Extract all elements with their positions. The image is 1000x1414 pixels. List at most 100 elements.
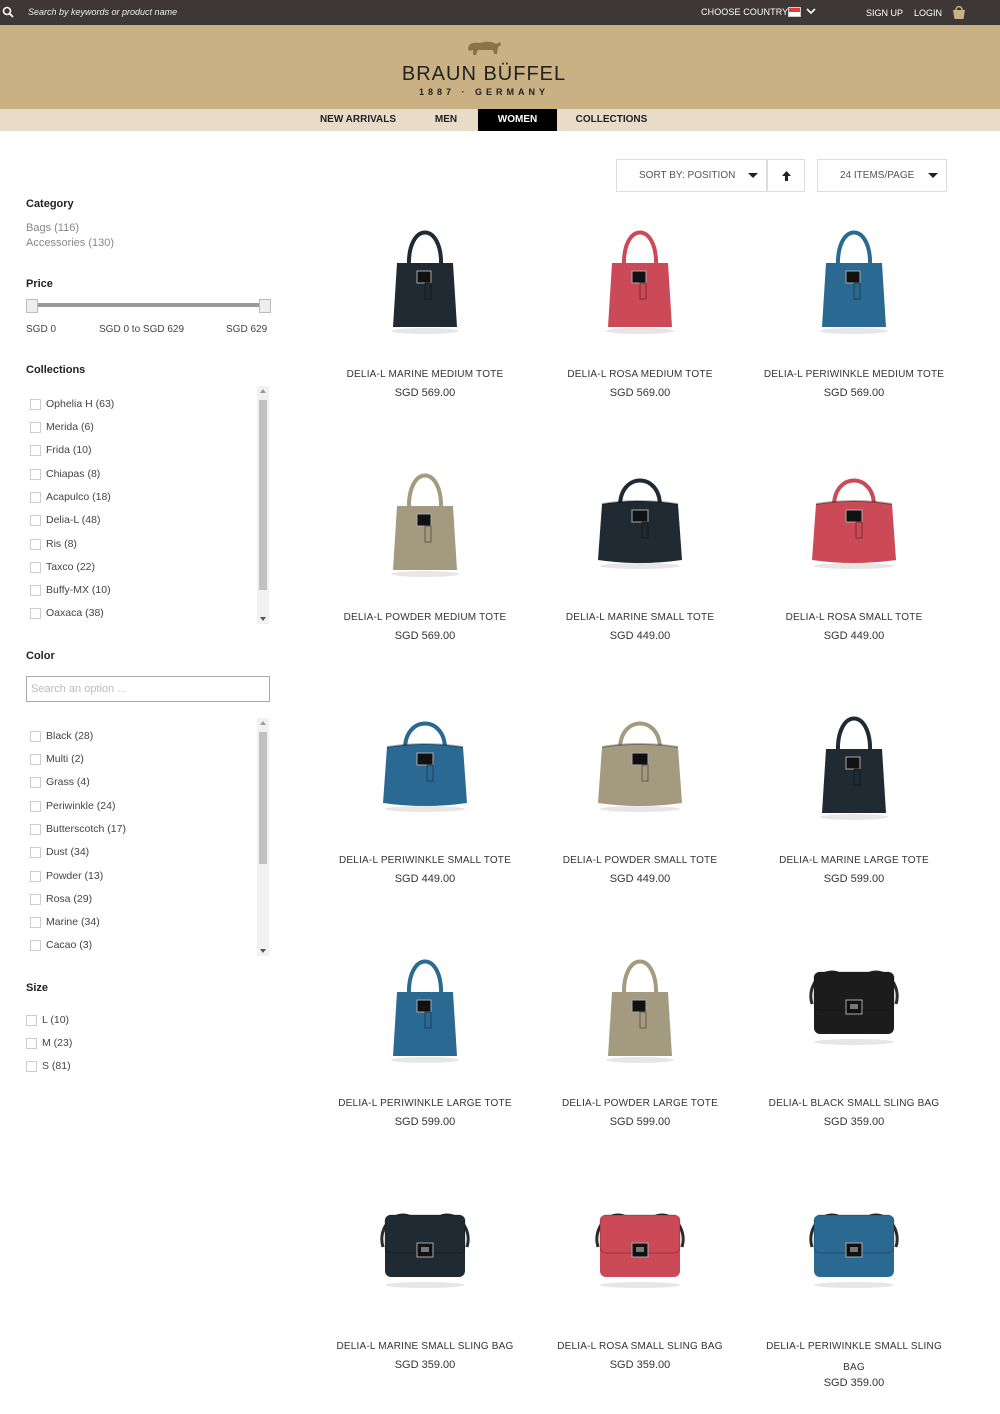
sort-direction-button[interactable] <box>767 159 805 192</box>
scroll-down-icon[interactable] <box>260 949 266 953</box>
product-name[interactable]: DELIA-L MARINE SMALL TOTE <box>540 607 740 628</box>
checkbox[interactable] <box>30 777 41 788</box>
product-price: SGD 449.00 <box>823 630 885 642</box>
product-image[interactable] <box>580 1187 700 1307</box>
nav-women[interactable]: WOMEN <box>478 109 557 131</box>
product-price: SGD 449.00 <box>394 873 456 885</box>
top-bar: CHOOSE COUNTRY: SIGN UP LOGIN <box>0 0 1000 25</box>
product-image[interactable] <box>365 458 485 578</box>
checkbox[interactable] <box>26 1038 37 1049</box>
checkbox[interactable] <box>26 1015 37 1026</box>
product-name[interactable]: DELIA-L POWDER LARGE TOTE <box>540 1093 740 1114</box>
nav-new-arrivals[interactable]: NEW ARRIVALS <box>314 109 402 131</box>
price-slider-track[interactable] <box>31 303 267 307</box>
product-name[interactable]: DELIA-L PERIWINKLE LARGE TOTE <box>325 1093 525 1114</box>
checkbox[interactable] <box>30 754 41 765</box>
caret-down-icon <box>928 173 938 178</box>
color-scrollbar[interactable] <box>257 718 269 956</box>
product-price: SGD 569.00 <box>609 387 671 399</box>
product-price: SGD 449.00 <box>609 873 671 885</box>
nav-collections[interactable]: COLLECTIONS <box>570 109 653 131</box>
scrollbar-thumb[interactable] <box>259 732 267 864</box>
price-slider-max-handle[interactable] <box>259 299 271 313</box>
checkbox[interactable] <box>30 422 41 433</box>
product-name[interactable]: DELIA-L PERIWINKLE SMALL SLING BAG <box>754 1336 954 1378</box>
singapore-flag-icon[interactable] <box>788 7 801 17</box>
chevron-down-icon[interactable] <box>805 5 817 17</box>
sign-up-link[interactable]: SIGN UP <box>866 8 903 18</box>
product-image[interactable] <box>794 701 914 821</box>
checkbox[interactable] <box>30 801 41 812</box>
product-name[interactable]: DELIA-L MARINE SMALL SLING BAG <box>325 1336 525 1357</box>
checkbox[interactable] <box>30 731 41 742</box>
color-list: Black (28) Multi (2) Grass (4) Periwinkl… <box>26 718 270 956</box>
product-image[interactable] <box>794 944 914 1064</box>
product-name[interactable]: DELIA-L ROSA MEDIUM TOTE <box>540 364 740 385</box>
search-input[interactable] <box>28 4 328 20</box>
brand-name[interactable]: BRAUN BÜFFEL <box>0 63 968 86</box>
product-price: SGD 569.00 <box>394 387 456 399</box>
product-image[interactable] <box>365 215 485 335</box>
product-image[interactable] <box>365 701 485 821</box>
checkbox[interactable] <box>30 871 41 882</box>
checkbox[interactable] <box>30 824 41 835</box>
checkbox[interactable] <box>30 445 41 456</box>
checkbox[interactable] <box>30 847 41 858</box>
sort-by-select[interactable]: SORT BY: POSITION <box>616 159 767 192</box>
product-image[interactable] <box>580 944 700 1064</box>
product-image[interactable] <box>365 1187 485 1307</box>
product-image[interactable] <box>580 215 700 335</box>
checkbox[interactable] <box>30 940 41 951</box>
price-min-label: SGD 0 <box>26 324 57 335</box>
scroll-up-icon[interactable] <box>260 721 266 725</box>
product-name[interactable]: DELIA-L POWDER SMALL TOTE <box>540 850 740 871</box>
scroll-down-icon[interactable] <box>260 617 266 621</box>
product-image[interactable] <box>580 458 700 578</box>
product-name[interactable]: DELIA-L ROSA SMALL SLING BAG <box>540 1336 740 1357</box>
buffalo-logo-icon[interactable] <box>464 37 504 57</box>
product-price: SGD 359.00 <box>823 1116 885 1128</box>
scrollbar-thumb[interactable] <box>259 400 267 590</box>
login-link[interactable]: LOGIN <box>914 8 942 18</box>
product-image[interactable] <box>794 215 914 335</box>
arrow-up-icon <box>782 171 791 181</box>
nav-men[interactable]: MEN <box>423 109 469 131</box>
search-icon[interactable] <box>2 6 14 18</box>
product-image[interactable] <box>365 944 485 1064</box>
category-accessories[interactable]: Accessories (130) <box>26 237 114 249</box>
checkbox[interactable] <box>30 539 41 550</box>
checkbox[interactable] <box>26 1061 37 1072</box>
checkbox[interactable] <box>30 515 41 526</box>
product-image[interactable] <box>794 1187 914 1307</box>
checkbox[interactable] <box>30 399 41 410</box>
product-name[interactable]: DELIA-L PERIWINKLE SMALL TOTE <box>325 850 525 871</box>
product-name[interactable]: DELIA-L POWDER MEDIUM TOTE <box>325 607 525 628</box>
checkbox[interactable] <box>30 608 41 619</box>
price-slider-min-handle[interactable] <box>26 299 38 313</box>
checkbox[interactable] <box>30 894 41 905</box>
filter-title-collections: Collections <box>26 364 86 376</box>
scroll-up-icon[interactable] <box>260 389 266 393</box>
product-image[interactable] <box>794 458 914 578</box>
checkbox[interactable] <box>30 917 41 928</box>
checkbox[interactable] <box>30 585 41 596</box>
checkbox[interactable] <box>30 562 41 573</box>
product-price: SGD 569.00 <box>394 630 456 642</box>
collections-scrollbar[interactable] <box>257 386 269 624</box>
category-bags[interactable]: Bags (116) <box>26 222 79 234</box>
color-search-input[interactable] <box>26 676 270 702</box>
product-name[interactable]: DELIA-L MARINE MEDIUM TOTE <box>325 364 525 385</box>
filter-title-color: Color <box>26 650 55 662</box>
product-name[interactable]: DELIA-L ROSA SMALL TOTE <box>754 607 954 628</box>
checkbox[interactable] <box>30 469 41 480</box>
product-image[interactable] <box>580 701 700 821</box>
product-name[interactable]: DELIA-L BLACK SMALL SLING BAG <box>754 1093 954 1114</box>
product-name[interactable]: DELIA-L MARINE LARGE TOTE <box>754 850 954 871</box>
items-per-page-select[interactable]: 24 ITEMS/PAGE <box>817 159 947 192</box>
checkbox[interactable] <box>30 492 41 503</box>
brand-subtitle: 1887 · GERMANY <box>418 87 550 97</box>
choose-country-label: CHOOSE COUNTRY: <box>701 7 791 17</box>
product-name[interactable]: DELIA-L PERIWINKLE MEDIUM TOTE <box>754 364 954 385</box>
product-price: SGD 449.00 <box>609 630 671 642</box>
shopping-bag-icon[interactable] <box>951 4 967 20</box>
